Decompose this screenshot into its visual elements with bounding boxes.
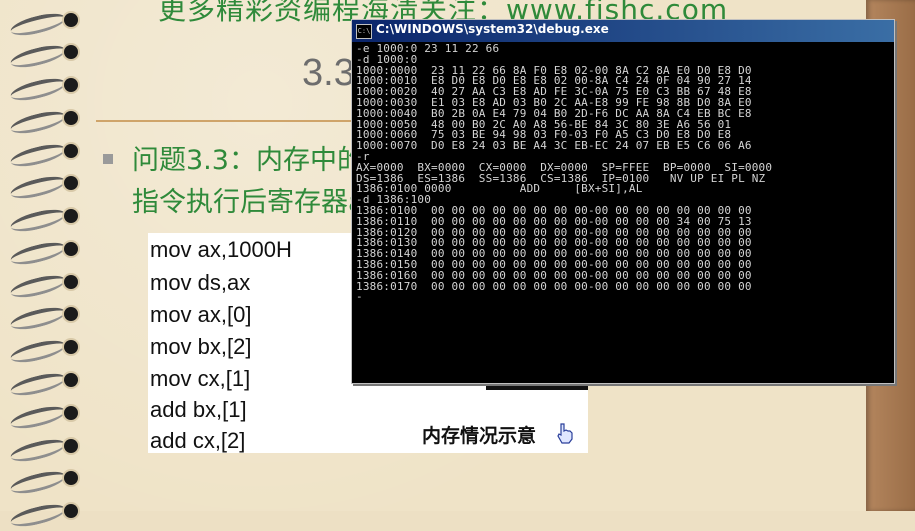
ring-hole: [64, 45, 78, 59]
console-line: 1386:0100 0000 ADD [BX+SI],AL: [356, 182, 643, 196]
ring-wire: [8, 369, 68, 400]
code-line: mov ax,[0]: [150, 302, 252, 327]
ring-hole: [64, 307, 78, 321]
spiral-ring: [8, 139, 88, 171]
ring-hole: [64, 504, 78, 518]
spiral-ring: [8, 270, 88, 302]
ring-hole: [64, 275, 78, 289]
spiral-ring: [8, 8, 88, 40]
spiral-binding: [0, 0, 95, 531]
ring-hole: [64, 439, 78, 453]
spiral-ring: [8, 466, 88, 498]
console-lines: -e 1000:0 23 11 22 66 -d 1000:0 1000:0000 …: [356, 44, 892, 303]
debug-console-window[interactable]: C:\ C:\WINDOWS\system32\debug.exe -e 100…: [351, 19, 895, 384]
ring-wire: [8, 467, 68, 498]
console-line: -e 1000:0 23 11 22 66: [356, 44, 500, 55]
code-line: mov cx,[1]: [150, 366, 251, 391]
ring-hole: [64, 13, 78, 27]
ring-wire: [8, 9, 68, 40]
slide-number: 3.3: [302, 52, 355, 94]
ring-hole: [64, 111, 78, 125]
ring-wire: [8, 41, 68, 72]
hand-cursor-icon: [557, 423, 573, 444]
ring-hole: [64, 373, 78, 387]
ring-wire: [8, 435, 68, 466]
spiral-ring: [8, 237, 88, 269]
spiral-ring: [8, 40, 88, 72]
ring-wire: [8, 172, 68, 203]
code-line: add bx,[1]: [150, 397, 247, 422]
spiral-ring: [8, 499, 88, 531]
console-icon[interactable]: C:\: [356, 24, 372, 39]
ring-wire: [8, 74, 68, 105]
console-output[interactable]: -e 1000:0 23 11 22 66 -d 1000:0 1000:0000 …: [356, 44, 892, 380]
code-line: add cx,[2]: [150, 428, 246, 453]
console-title-bar[interactable]: C:\ C:\WINDOWS\system32\debug.exe: [352, 20, 894, 42]
ring-wire: [8, 205, 68, 236]
console-title: C:\WINDOWS\system32\debug.exe: [376, 22, 609, 36]
ring-wire: [8, 500, 68, 531]
ring-hole: [64, 406, 78, 420]
spiral-ring: [8, 204, 88, 236]
ring-hole: [64, 340, 78, 354]
ring-wire: [8, 303, 68, 334]
code-line: mov ax,1000H: [150, 237, 292, 262]
ring-hole: [64, 78, 78, 92]
spiral-ring: [8, 368, 88, 400]
console-line: 1000:0070 D0 E8 24 03 BE A4 3C EB-EC 24 …: [356, 139, 752, 153]
ring-wire: [8, 107, 68, 138]
ring-hole: [64, 144, 78, 158]
console-line: 1386:0170 00 00 00 00 00 00 00 00-00 00 …: [356, 279, 752, 293]
console-line: -: [356, 290, 363, 304]
ring-hole: [64, 176, 78, 190]
ring-wire: [8, 402, 68, 433]
ring-hole: [64, 471, 78, 485]
ring-hole: [64, 209, 78, 223]
ring-wire: [8, 238, 68, 269]
spiral-ring: [8, 73, 88, 105]
spiral-ring: [8, 106, 88, 138]
bullet-icon: [103, 154, 113, 164]
code-line: mov ds,ax: [150, 270, 251, 295]
spiral-ring: [8, 401, 88, 433]
spiral-ring: [8, 434, 88, 466]
ring-wire: [8, 336, 68, 367]
spiral-ring: [8, 335, 88, 367]
code-line: mov bx,[2]: [150, 334, 252, 359]
spiral-ring: [8, 302, 88, 334]
spiral-ring: [8, 171, 88, 203]
ring-wire: [8, 140, 68, 171]
ring-wire: [8, 271, 68, 302]
ring-hole: [64, 242, 78, 256]
memory-caption: 内存情况示意: [422, 425, 537, 447]
